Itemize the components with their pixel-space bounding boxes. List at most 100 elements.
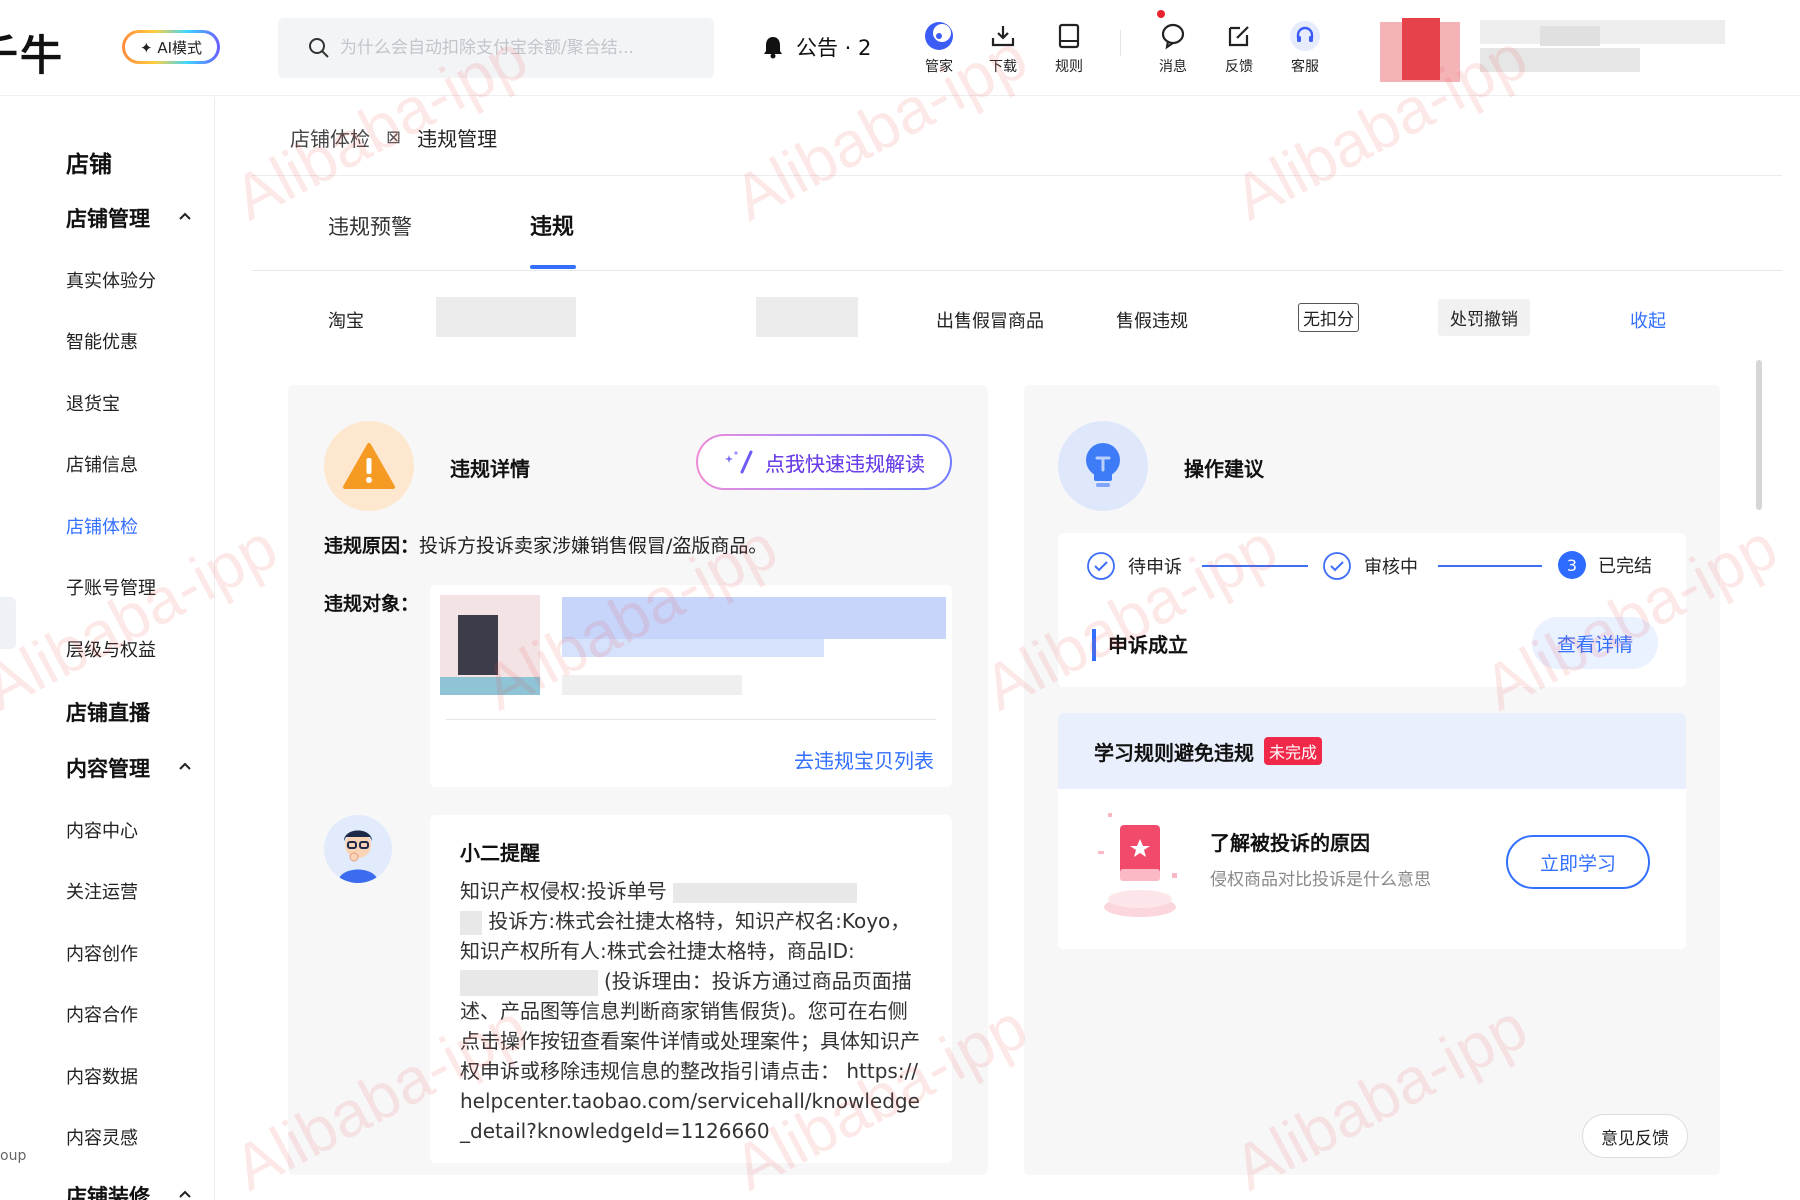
violation-reason-label: 违规原因： — [324, 535, 420, 557]
check-circle-icon — [1323, 552, 1351, 580]
sidebar-group-content-management[interactable]: 内容管理 — [66, 753, 150, 783]
advice-title: 操作建议 — [1184, 457, 1264, 481]
tab-active-indicator — [530, 265, 576, 269]
violation-detail-card: 违规详情 点我快速违规解读 违规原因：投诉方投诉卖家涉嫌销售假冒/盗版商品。 违… — [288, 385, 988, 1175]
step-number-badge: 3 — [1558, 551, 1586, 579]
sparkle-icon — [725, 450, 753, 474]
tool-download-label: 下载 — [989, 59, 1017, 75]
announcement-label: 公告 · 2 — [796, 36, 872, 60]
sidebar-group-store-management[interactable]: 店铺管理 — [66, 203, 150, 233]
summary-type: 出售假冒商品 — [936, 311, 1044, 332]
tool-download[interactable]: 下载 — [978, 16, 1028, 76]
toolbar-divider — [1120, 30, 1121, 56]
unread-dot — [1157, 10, 1165, 18]
sidebar-item-return-insurance[interactable]: 退货宝 — [66, 390, 120, 416]
violation-summary-row: 淘宝 出售假冒商品 售假违规 无扣分 处罚撤销 收起 — [252, 279, 1782, 355]
divider — [446, 719, 936, 720]
tab-bar: 违规预警 违规 — [252, 207, 1782, 271]
summary-status-badge: 处罚撤销 — [1438, 299, 1530, 336]
learn-rules-title: 学习规则避免违规 — [1094, 740, 1254, 765]
user-avatar-blurred[interactable] — [1380, 18, 1740, 82]
collapse-link[interactable]: 收起 — [1630, 307, 1666, 333]
view-detail-button[interactable]: 查看详情 — [1532, 617, 1658, 669]
violation-target-label: 违规对象： — [324, 593, 420, 615]
chevron-up-icon[interactable] — [178, 211, 192, 221]
summary-blurred-date — [756, 297, 858, 337]
step-connector — [1438, 565, 1542, 567]
sidebar-collapse-handle[interactable] — [0, 597, 16, 649]
sidebar-item-smart-discount[interactable]: 智能优惠 — [66, 328, 138, 354]
summary-platform: 淘宝 — [328, 311, 364, 332]
reminder-line-1: 知识产权侵权:投诉单号 — [460, 879, 667, 903]
step-pending-appeal: 待申诉 — [1086, 551, 1182, 581]
tool-rules[interactable]: 规则 — [1044, 16, 1094, 76]
appeal-progress: 待申诉 审核中 3 已完结 申诉成立 查看详情 — [1058, 533, 1686, 687]
tool-feedback[interactable]: 反馈 — [1214, 16, 1264, 76]
violation-target-box: 去违规宝贝列表 — [430, 585, 952, 787]
complaint-id-blurred — [672, 882, 857, 903]
violation-target-row: 违规对象： — [324, 589, 419, 616]
sidebar: 店铺 店铺管理 真实体验分 智能优惠 退货宝 店铺信息 店铺体检 子账号管理 层… — [0, 97, 215, 1200]
sidebar-item-sub-accounts[interactable]: 子账号管理 — [66, 574, 156, 600]
ai-interpret-button[interactable]: 点我快速违规解读 — [696, 434, 952, 490]
tool-butler[interactable]: 管家 — [914, 16, 964, 76]
breadcrumb: 店铺体检 ⊠ 违规管理 — [290, 123, 497, 152]
product-title-blurred[interactable] — [562, 597, 946, 639]
sidebar-item-level-rights[interactable]: 层级与权益 — [66, 636, 156, 662]
summary-category: 售假违规 — [1116, 311, 1188, 332]
chevron-up-icon[interactable] — [178, 761, 192, 771]
tool-message-label: 消息 — [1159, 59, 1187, 75]
sidebar-item-content-center[interactable]: 内容中心 — [66, 817, 138, 843]
search-bar[interactable] — [278, 18, 714, 78]
reminder-line-3[interactable]: (投诉理由：投诉方通过商品页面描述、产品图等信息判断商家销售假货)。您可在右侧点… — [460, 969, 920, 1143]
product-title-mosaic — [562, 639, 824, 657]
tool-message[interactable]: 消息 — [1148, 10, 1198, 76]
tab-violation-warning[interactable]: 违规预警 — [328, 211, 412, 241]
headset-icon — [1290, 21, 1320, 51]
tool-rules-label: 规则 — [1055, 59, 1083, 75]
breadcrumb-parent[interactable]: 店铺体检 — [290, 123, 370, 152]
sidebar-item-content-inspiration[interactable]: 内容灵感 — [66, 1124, 138, 1150]
sidebar-header: 店铺 — [66, 152, 112, 178]
sidebar-item-store-check[interactable]: 店铺体检 — [66, 513, 138, 539]
start-learning-button[interactable]: 立即学习 — [1506, 835, 1650, 889]
chevron-up-icon[interactable] — [178, 1189, 192, 1199]
download-icon — [991, 26, 1015, 47]
step-connector — [1202, 565, 1308, 567]
feedback-button[interactable]: 意见反馈 — [1582, 1114, 1688, 1158]
bell-icon — [764, 37, 782, 59]
tool-service[interactable]: 客服 — [1280, 16, 1330, 76]
sidebar-group-store-decoration[interactable]: 店铺装修 — [66, 1181, 150, 1200]
search-input[interactable] — [340, 38, 680, 58]
complaint-id-blurred-tail — [460, 910, 482, 935]
ai-mode-toggle[interactable]: ✦ AI模式 — [122, 30, 220, 64]
tool-service-label: 客服 — [1291, 59, 1319, 75]
lightbulb-icon — [1058, 421, 1148, 511]
sidebar-item-content-data[interactable]: 内容数据 — [66, 1063, 138, 1089]
scrollbar[interactable] — [1756, 360, 1762, 510]
tab-violation[interactable]: 违规 — [530, 209, 574, 241]
step-reviewing: 审核中 — [1322, 551, 1418, 581]
sidebar-item-content-creation[interactable]: 内容创作 — [66, 940, 138, 966]
breadcrumb-current: 违规管理 — [417, 127, 498, 151]
sidebar-item-content-cooperation[interactable]: 内容合作 — [66, 1001, 138, 1027]
product-id-blurred — [460, 969, 598, 996]
violation-detail-title: 违规详情 — [450, 457, 530, 481]
butler-icon — [925, 22, 953, 50]
appeal-result: 申诉成立 — [1108, 633, 1188, 657]
message-icon — [1161, 23, 1185, 50]
goto-violation-items-link[interactable]: 去违规宝贝列表 — [794, 745, 934, 774]
app-logo[interactable]: 千牛 — [0, 22, 64, 83]
sidebar-group-store-live[interactable]: 店铺直播 — [66, 697, 150, 727]
step-label: 审核中 — [1364, 557, 1418, 578]
learn-rules-header: 学习规则避免违规 未完成 — [1058, 713, 1686, 789]
rulebook-icon — [1098, 813, 1177, 917]
product-thumbnail-mosaic — [440, 677, 540, 695]
tool-feedback-label: 反馈 — [1225, 59, 1253, 75]
reminder-line-2: 投诉方:株式会社捷太格特，知识产权名:Koyo，知识产权所有人:株式会社捷太格特… — [460, 909, 911, 963]
sidebar-item-follow-ops[interactable]: 关注运营 — [66, 878, 138, 904]
product-meta-blurred — [562, 675, 742, 695]
sidebar-item-store-info[interactable]: 店铺信息 — [66, 451, 138, 477]
announcement[interactable]: 公告 · 2 — [762, 32, 878, 62]
sidebar-item-experience-score[interactable]: 真实体验分 — [66, 267, 156, 293]
